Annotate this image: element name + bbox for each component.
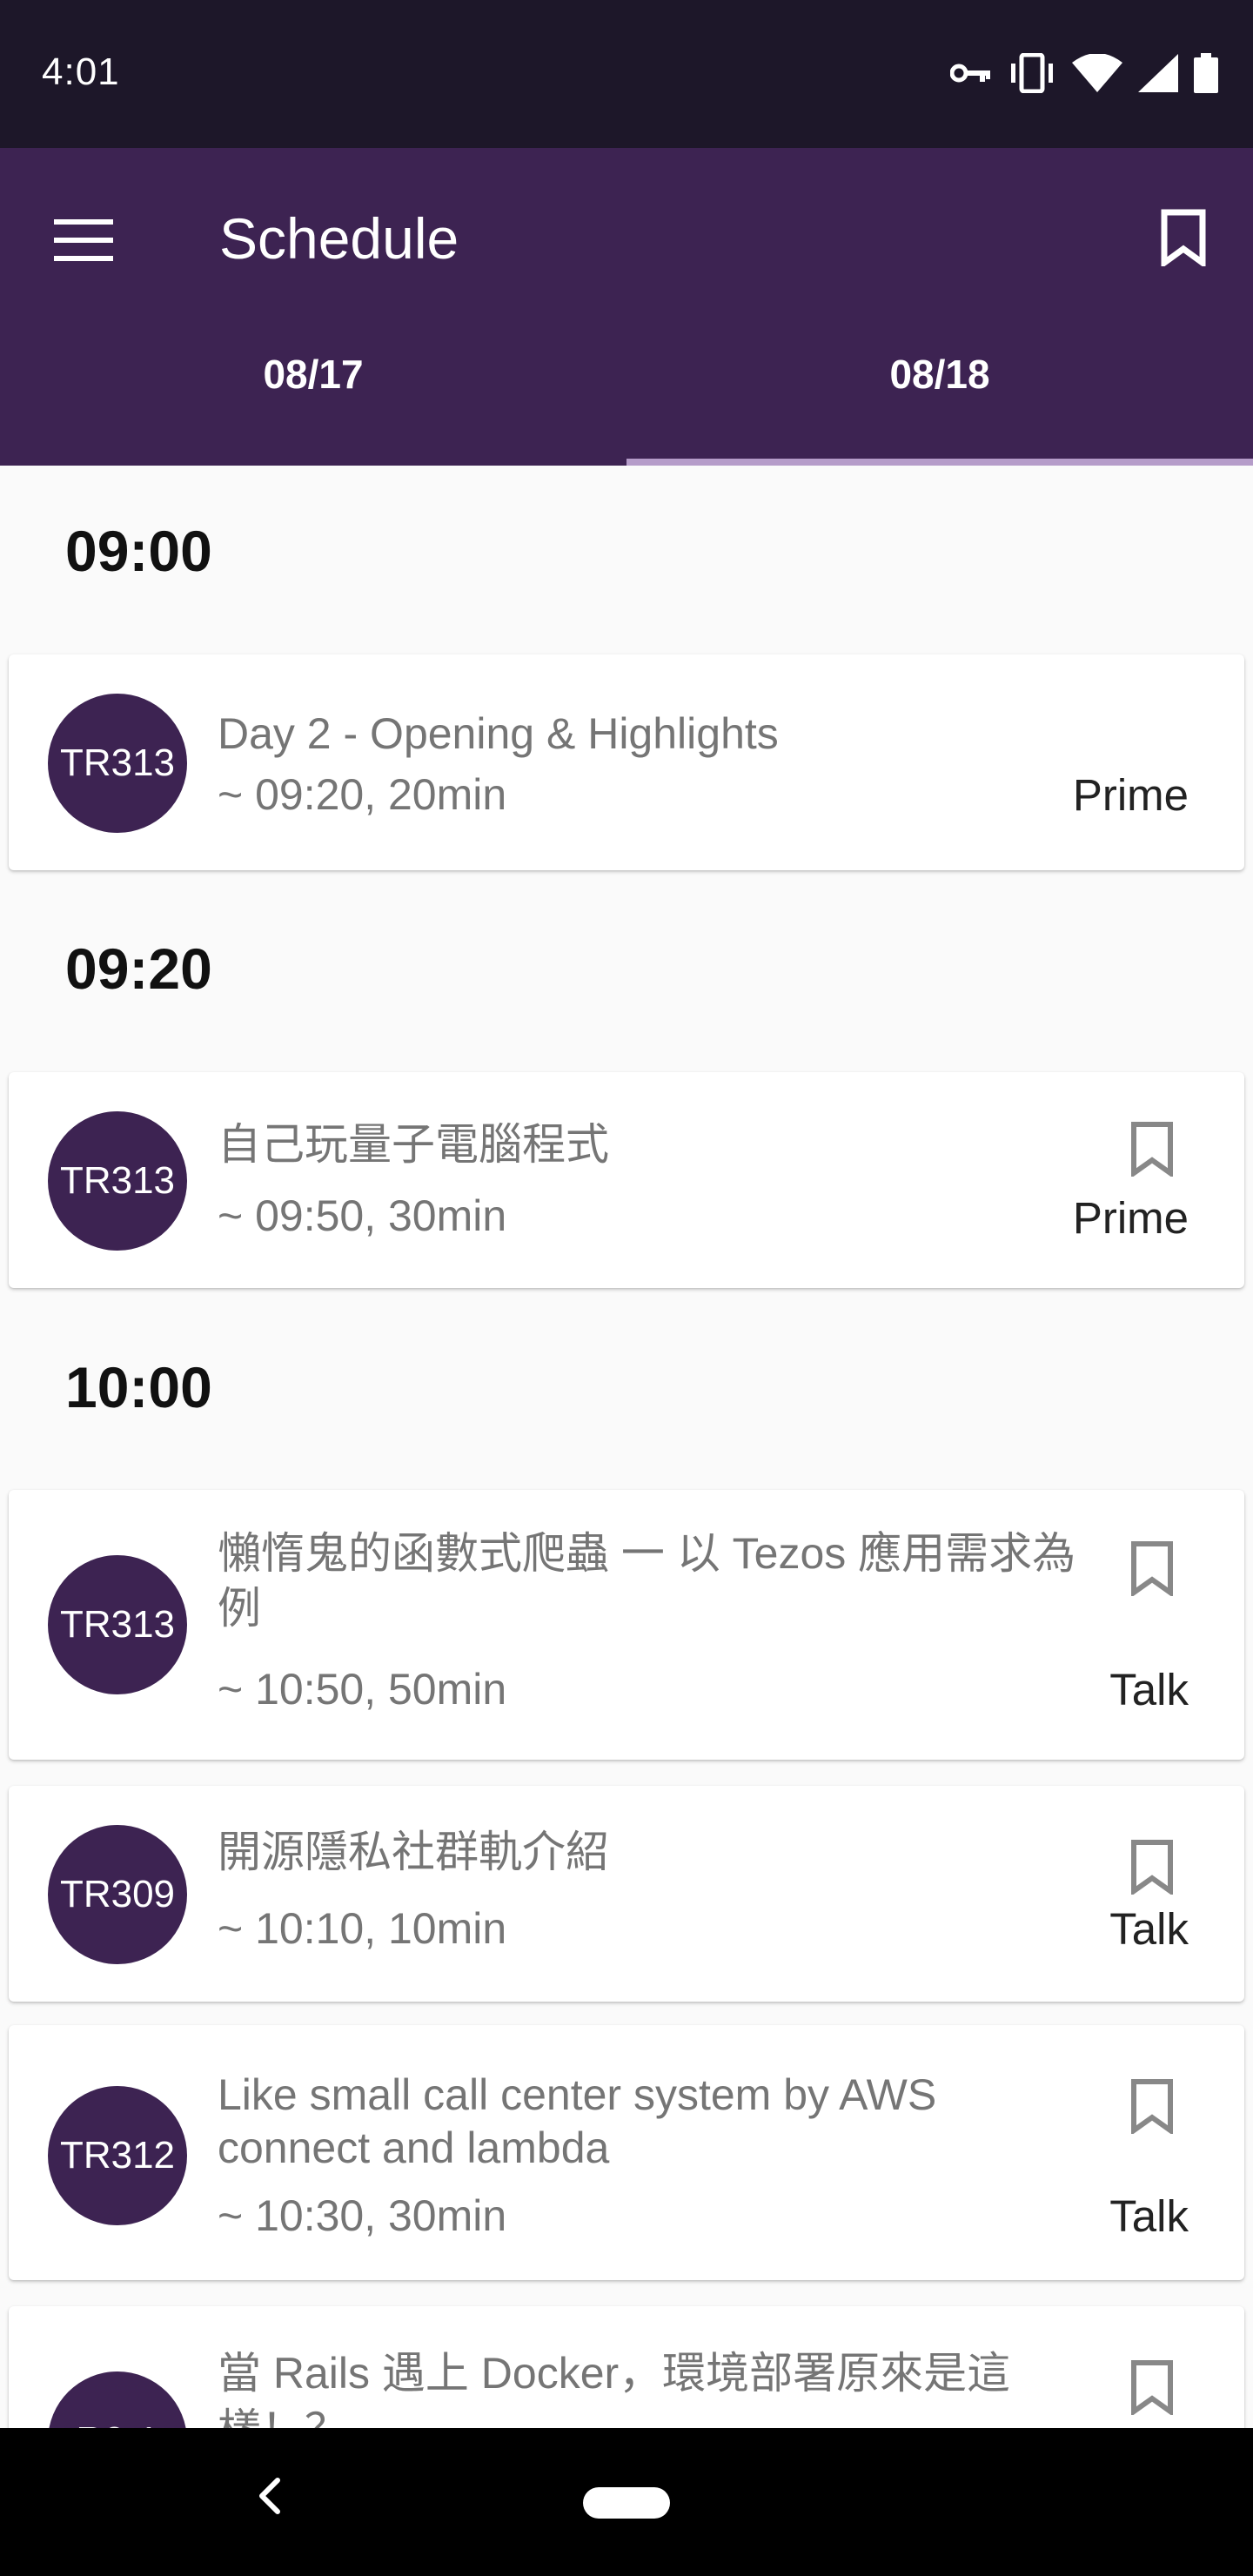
- session-title: Day 2 - Opening & Highlights: [218, 709, 779, 758]
- time-header: 09:20: [65, 936, 212, 1001]
- session-card[interactable]: TR313 Day 2 - Opening & Highlights ~ 09:…: [9, 654, 1244, 870]
- bookmark-outline-icon: [1130, 1121, 1174, 1181]
- session-type: Talk: [1109, 1665, 1189, 1714]
- app-bar: Schedule 08/17 08/18: [0, 148, 1253, 466]
- room-badge: TR309: [48, 1825, 187, 1964]
- session-type: Prime: [1072, 1193, 1189, 1243]
- time-header: 10:00: [65, 1355, 212, 1419]
- session-card[interactable]: TR313 自己玩量子電腦程式 ~ 09:50, 30min Prime: [9, 1072, 1244, 1288]
- session-type: Talk: [1109, 2191, 1189, 2241]
- session-title: Like small call center system by AWS con…: [218, 2070, 937, 2172]
- bookmark-outline-icon: [1130, 2078, 1174, 2138]
- session-time: ~ 09:20, 20min: [218, 770, 507, 819]
- bookmark-outline-icon: [1130, 1839, 1174, 1899]
- tab-indicator: [626, 459, 1253, 466]
- session-title: 自己玩量子電腦程式: [218, 1120, 609, 1169]
- session-bookmark-button[interactable]: [1121, 1834, 1183, 1903]
- back-button[interactable]: [235, 2463, 305, 2532]
- room-badge: TR313: [48, 1111, 187, 1251]
- session-type: Talk: [1109, 1904, 1189, 1954]
- time-header: 09:00: [65, 519, 212, 583]
- home-pill-button[interactable]: [583, 2487, 670, 2519]
- session-bookmark-button[interactable]: [1121, 1116, 1183, 1185]
- signal-icon: [1138, 54, 1178, 92]
- session-time: ~ 10:50, 50min: [218, 1665, 507, 1714]
- tab-0817[interactable]: 08/17: [0, 313, 626, 466]
- battery-icon: [1194, 53, 1218, 93]
- room-badge: TR313: [48, 694, 187, 833]
- status-icons: [950, 52, 1218, 94]
- system-nav-bar: [0, 2428, 1253, 2576]
- status-bar: 4:01: [0, 0, 1253, 148]
- key-icon: [950, 60, 992, 86]
- tab-0818[interactable]: 08/18: [626, 313, 1253, 466]
- session-card[interactable]: TR313 懶惰鬼的函數式爬蟲 一 以 Tezos 應用需求為例 ~ 10:50…: [9, 1490, 1244, 1760]
- session-bookmark-button[interactable]: [1121, 2073, 1183, 2143]
- back-chevron-icon: [257, 2477, 283, 2519]
- session-time: ~ 09:50, 30min: [218, 1191, 507, 1240]
- session-bookmark-button[interactable]: [1121, 2354, 1183, 2424]
- bookmark-icon: [1161, 209, 1206, 271]
- bookmark-outline-icon: [1130, 2359, 1174, 2419]
- room-badge: TR313: [48, 1555, 187, 1694]
- session-bookmark-button[interactable]: [1121, 1535, 1183, 1605]
- session-time: ~ 10:10, 10min: [218, 1904, 507, 1953]
- date-tabs: 08/17 08/18: [0, 313, 1253, 466]
- wifi-icon: [1072, 54, 1122, 92]
- session-card[interactable]: TR309 開源隱私社群軌介紹 ~ 10:10, 10min Talk: [9, 1786, 1244, 2002]
- session-card[interactable]: TR312 Like small call center system by A…: [9, 2025, 1244, 2280]
- menu-icon: [54, 218, 113, 265]
- bookmarks-button[interactable]: [1140, 196, 1227, 283]
- vibrate-icon: [1008, 53, 1056, 93]
- room-badge: TR312: [48, 2086, 187, 2225]
- session-title: 開源隱私社群軌介紹: [218, 1828, 609, 1876]
- menu-button[interactable]: [42, 200, 125, 284]
- session-type: Prime: [1072, 770, 1189, 820]
- status-time: 4:01: [42, 50, 120, 93]
- page-title: Schedule: [219, 206, 459, 271]
- session-time: ~ 10:30, 30min: [218, 2191, 507, 2240]
- bookmark-outline-icon: [1130, 1540, 1174, 1600]
- session-title: 懶惰鬼的函數式爬蟲 一 以 Tezos 應用需求為例: [218, 1529, 1076, 1633]
